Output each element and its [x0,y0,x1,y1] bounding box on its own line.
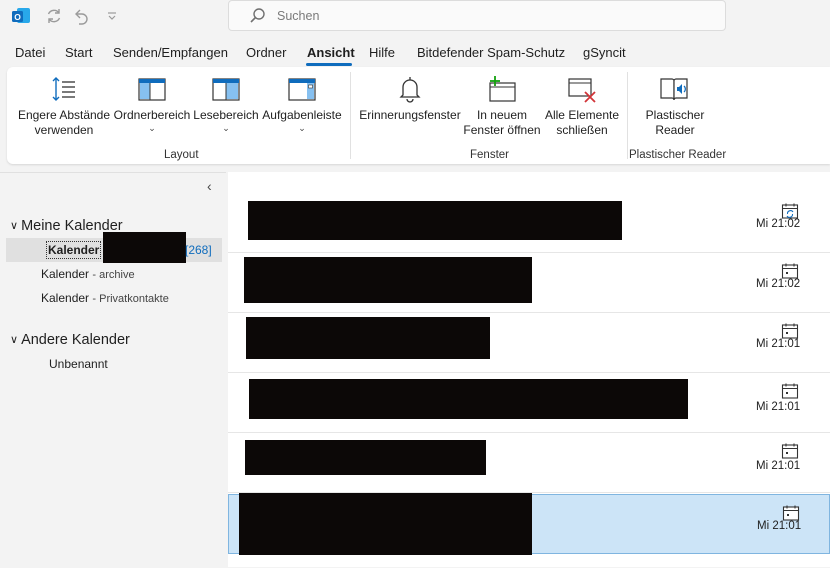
redacted-block [246,317,490,359]
redacted-block [239,493,532,555]
reading-pane-icon [212,78,240,101]
new-window-icon [489,76,516,102]
immersive-reader-icon [660,78,688,101]
compact-spacing-label-1: Engere Abstände [17,108,111,122]
calendar-suffix: - archive [92,269,135,281]
group-label-immersive-reader: Plastischer Reader [629,149,727,161]
close-all-label-1: Alle Elemente [544,108,620,122]
tab-ordner[interactable]: Ordner [246,45,286,60]
search-placeholder: Suchen [277,9,320,23]
immersive-reader-button[interactable]: Plastischer Reader [633,74,717,138]
redacted-block [245,440,486,475]
calendar-icon [781,383,799,399]
svg-text:O: O [14,12,21,22]
calendar-name: Kalender [41,291,90,305]
other-calendars-label: Andere Kalender [21,332,130,348]
undo-icon[interactable] [72,6,92,26]
tab-hilfe[interactable]: Hilfe [369,45,395,60]
reminders-window-label: Erinnerungsfenster [359,108,461,122]
todo-bar-icon [288,78,316,101]
item-time: Mi 21:01 [756,401,801,413]
calendar-item-unbenannt[interactable]: Unbenannt [49,357,108,371]
tab-datei[interactable]: Datei [15,45,45,60]
folder-pane-label: Ordnerbereich [113,108,191,122]
collapse-pane-icon[interactable]: ‹ [207,178,212,194]
item-time: Mi 21:01 [756,460,801,472]
folder-pane: ‹ ∨ Meine Kalender Kalender [268] Kalende… [0,172,226,568]
calendar-item-archive[interactable]: Kalender - archive [41,267,135,281]
sync-icon[interactable] [44,6,64,26]
active-tab-indicator [306,63,352,66]
list-item-selected[interactable]: Mi 21:01 [228,493,830,555]
calendar-name: Kalender [41,267,90,281]
title-bar: O Suchen [0,0,830,36]
group-label-fenster: Fenster [470,149,509,161]
tab-gsyncit[interactable]: gSyncit [583,45,626,60]
reading-pane-button[interactable]: Lesebereich ⌄ [193,74,259,133]
item-time: Mi 21:02 [756,218,801,230]
redacted-block [103,232,186,263]
chevron-down-icon: ⌄ [148,123,156,133]
line-spacing-icon [52,77,75,101]
tab-bitdefender[interactable]: Bitdefender Spam-Schutz [417,45,565,60]
compact-spacing-label-2: verwenden [34,123,94,137]
calendar-icon [781,443,799,459]
open-new-window-label-2: Fenster öffnen [463,123,541,137]
folder-pane-button[interactable]: Ordnerbereich ⌄ [113,74,191,133]
close-all-label-2: schließen [556,123,608,137]
compact-spacing-button[interactable]: Engere Abstände verwenden [16,74,112,138]
chevron-down-icon: ⌄ [298,123,306,133]
search-input[interactable]: Suchen [228,0,726,31]
calendar-name: Unbenannt [49,357,108,371]
tab-start[interactable]: Start [65,45,92,60]
immersive-reader-label-2: Reader [655,123,695,137]
close-all-windows-icon [568,78,596,103]
calendar-suffix: - Privatkontakte [92,293,169,305]
group-label-layout: Layout [164,149,199,161]
list-item[interactable]: Mi 21:01 [228,433,830,493]
item-list: Mi 21:02 Mi 21:02 Mi 21:01 Mi 21:01 Mi 2… [228,172,830,567]
ribbon: Engere Abstände verwenden Ordnerbereich … [7,67,830,164]
close-all-items-button[interactable]: Alle Elemente schließen [542,74,622,138]
tab-ansicht[interactable]: Ansicht [307,45,355,60]
item-count-badge: [268] [185,243,212,257]
item-time: Mi 21:01 [756,338,801,350]
item-time: Mi 21:02 [756,278,801,290]
list-item[interactable]: Mi 21:02 [228,193,830,253]
open-new-window-label-1: In neuem [476,108,528,122]
customize-quick-access-icon[interactable] [102,6,122,26]
calendar-name: Kalender [48,243,100,257]
calendar-item-kalender[interactable]: Kalender [45,241,102,259]
chevron-down-icon: ∨ [10,334,19,346]
reminders-window-button[interactable]: Erinnerungsfenster [358,74,462,123]
list-item[interactable]: Mi 21:01 [228,313,830,373]
item-time: Mi 21:01 [757,520,802,532]
redacted-block [244,257,532,303]
menu-bar: Datei Start Senden/Empfangen Ordner Ansi… [0,40,830,66]
todo-bar-label: Aufgabenleiste [262,108,342,122]
redacted-block [248,201,622,240]
other-calendars-header[interactable]: ∨ Andere Kalender [10,332,130,348]
calendar-item-privatkontakte[interactable]: Kalender - Privatkontakte [41,291,169,305]
tab-senden-empfangen[interactable]: Senden/Empfangen [113,45,228,60]
ribbon-separator [627,72,628,159]
chevron-down-icon: ∨ [10,220,19,232]
list-item[interactable]: Mi 21:02 [228,253,830,313]
todo-bar-button[interactable]: Aufgabenleiste ⌄ [261,74,343,133]
open-in-new-window-button[interactable]: In neuem Fenster öffnen [462,74,542,138]
ribbon-separator [350,72,351,159]
search-icon [250,8,265,23]
folder-pane-icon [138,78,166,101]
bell-icon [399,77,421,103]
chevron-down-icon: ⌄ [222,123,230,133]
reading-pane-label: Lesebereich [193,108,259,122]
outlook-logo-icon: O [12,8,30,23]
redacted-block [249,379,688,419]
list-item[interactable]: Mi 21:01 [228,373,830,433]
immersive-reader-label-1: Plastischer [645,108,705,122]
